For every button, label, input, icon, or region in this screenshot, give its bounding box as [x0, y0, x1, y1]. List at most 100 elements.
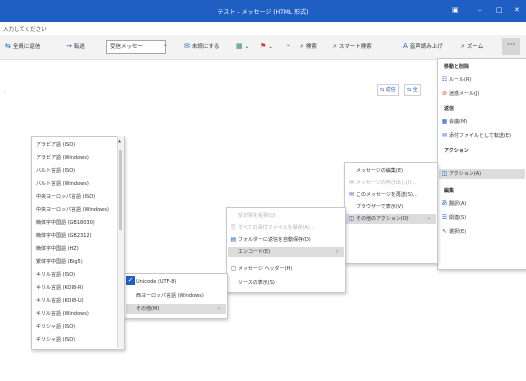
- encoding-item[interactable]: エンコード(E) ›: [229, 247, 341, 257]
- scroll-up-icon[interactable]: ▲: [118, 138, 121, 143]
- calendar-icon: ▦: [441, 118, 448, 125]
- resend-item[interactable]: ✉ このメッセージを再送(S)...: [347, 190, 418, 200]
- search-button[interactable]: ⌕ 検索: [300, 42, 317, 51]
- encoding-list-item[interactable]: 簡体字中国語 (GB18030): [36, 218, 95, 228]
- unread-label: 未読にする: [191, 44, 220, 50]
- more-commands-button[interactable]: ···: [502, 38, 520, 55]
- close-icon[interactable]: ✕: [514, 6, 520, 14]
- read-aloud-button[interactable]: A 音声読み上げ: [403, 42, 443, 50]
- rules-label: ルール(R): [449, 77, 472, 83]
- forward-label: 転送: [73, 44, 85, 50]
- move-to-folder-box[interactable]: 受信メッセー: [106, 40, 166, 54]
- zoom-button[interactable]: ⌕ ズーム: [461, 42, 483, 51]
- forward-attachment-item[interactable]: ✉ 添付ファイルとして転送(E): [440, 131, 511, 141]
- more-icon: ···: [506, 40, 516, 50]
- save-attachments-label: すべての添付ファイルを保存(A)...: [238, 225, 315, 231]
- ribbon-divider-icon: ⌄: [286, 42, 291, 48]
- reply-all-mini-button[interactable]: ⇆ 全: [404, 84, 421, 96]
- view-in-browser-label: ブラウザーで表示(V): [356, 204, 404, 210]
- encoding-unicode-label: Unicode (UTF-8): [136, 279, 177, 285]
- smart-search-button[interactable]: ⌕ スマート検索: [333, 42, 372, 51]
- encoding-list-item[interactable]: アラビア語 (ISO): [36, 140, 75, 150]
- move-dropdown-icon[interactable]: ⌄: [163, 42, 168, 48]
- junk-label: 迷惑メール(J): [449, 91, 480, 97]
- resend-label: このメッセージを再送(S)...: [356, 192, 418, 198]
- scrollbar-thumb[interactable]: [119, 150, 122, 230]
- translate-item[interactable]: あ翻訳(A): [440, 199, 466, 209]
- actions-icon: ◫: [441, 170, 448, 177]
- colon-mark: :: [4, 89, 6, 95]
- save-icon: ⎘: [231, 224, 236, 231]
- other-actions-icon: ◫: [348, 215, 355, 222]
- recall-message-item: ✉ メッセージの呼び出し(I)...: [347, 178, 416, 188]
- categorize-button[interactable]: ▦ ⌄: [236, 42, 249, 50]
- encoding-list-item[interactable]: ギリシャ語 (ISO): [36, 335, 75, 345]
- encoding-list-item[interactable]: 中央ヨーロッパ言語 (ISO): [36, 192, 95, 202]
- meeting-item[interactable]: ▦ 会議(M): [440, 117, 468, 127]
- search-icon: ⌕: [300, 42, 304, 50]
- recall-icon: ✉: [348, 179, 355, 186]
- flag-icon: ⚑: [260, 42, 267, 50]
- rules-icon: ☷: [441, 76, 448, 83]
- encoding-list-item[interactable]: 簡体字中国語 (HZ): [36, 244, 79, 254]
- reply-mini-button[interactable]: ⇆ 返信: [377, 84, 399, 96]
- chevron-right-icon: ›: [218, 306, 220, 312]
- chevron-right-icon: ›: [428, 216, 430, 222]
- edit-message-item[interactable]: メッセージの編集(E): [347, 166, 403, 176]
- junk-item[interactable]: ⊘ 迷惑メール(J): [440, 89, 479, 99]
- read-aloud-icon: A: [403, 42, 408, 50]
- message-header-item[interactable]: ▢ メッセージ ヘッダー(H): [229, 264, 293, 274]
- auto-save-item[interactable]: ▤ フォルダーに返信を自動保存(D): [229, 235, 311, 245]
- category-icon: ▦: [236, 42, 243, 50]
- vote-item: 反対票を投票(D): [229, 211, 276, 221]
- reply-all-mini-label: 全: [412, 87, 418, 93]
- save-attachments-item: ⎘ すべての添付ファイルを保存(A)...: [229, 223, 315, 233]
- ribbon-display-icon[interactable]: ▣: [452, 6, 459, 14]
- related-label: 関連(S): [449, 215, 467, 221]
- encoding-list-item[interactable]: ギリシャ語 (ISO): [36, 322, 75, 332]
- encoding-list-item[interactable]: キリル言語 (Windows): [36, 309, 89, 319]
- info-bar: 入力してください: [0, 22, 526, 35]
- encoding-list-item[interactable]: 簡体字中国語 (GB2312): [36, 231, 92, 241]
- encoding-list-item[interactable]: アラビア語 (Windows): [36, 153, 89, 163]
- view-in-browser-item[interactable]: ブラウザーで表示(V): [347, 202, 403, 212]
- zoom-icon: ⌕: [461, 42, 465, 50]
- forward-attachment-label: 添付ファイルとして転送(E): [449, 133, 511, 139]
- reply-all-button[interactable]: ⇆ 全員に返信: [5, 42, 40, 50]
- encoding-list-item[interactable]: バルト言語 (ISO): [36, 166, 75, 176]
- encoding-list-item[interactable]: 中央ヨーロッパ言語 (Windows): [36, 205, 109, 215]
- cursor-icon: ↖: [441, 228, 448, 235]
- minimize-icon[interactable]: –: [478, 6, 482, 14]
- title-bar: テスト - メッセージ (HTML 形式) ▣ – □ ✕: [0, 0, 526, 22]
- actions-item[interactable]: ◫ アクション(A): [440, 169, 481, 179]
- encoding-list-item[interactable]: 繁体字中国語 (Big5): [36, 257, 83, 267]
- flag-button[interactable]: ⚑ ⌄: [260, 42, 273, 50]
- encoding-list-item[interactable]: キリル言語 (ISO): [36, 270, 75, 280]
- smart-search-label: スマート検索: [338, 44, 372, 50]
- encoding-west-european-item[interactable]: 西ヨーロッパ言語 (Windows): [127, 291, 204, 301]
- reply-all-icon: ⇆: [5, 42, 11, 50]
- encoding-list-item[interactable]: キリル言語 (KOI8-R): [36, 283, 83, 293]
- section-header-reply: 返信: [444, 106, 455, 112]
- other-actions-item[interactable]: ◫ その他のアクション(O) ›: [347, 214, 433, 224]
- translate-icon: あ: [441, 200, 448, 207]
- translate-label: 翻訳(A): [449, 201, 467, 207]
- related-item[interactable]: ☰ 関連(S): [440, 213, 466, 223]
- encoding-list-item[interactable]: バルト言語 (Windows): [36, 179, 89, 189]
- view-source-item[interactable]: ソースの表示(S): [229, 278, 275, 288]
- select-label: 選択(E): [449, 229, 467, 235]
- encoding-list-item[interactable]: キリル言語 (KOI8-U): [36, 296, 84, 306]
- search-label: 検索: [305, 44, 317, 50]
- actions-label: アクション(A): [449, 171, 482, 177]
- move-box-label: 受信メッセー: [110, 44, 144, 50]
- encoding-more-item[interactable]: その他(M) ›: [127, 304, 223, 314]
- ribbon: ⇆ 全員に返信 → 転送 受信メッセー ⌄ ✉ 未読にする ▦ ⌄ ⚑ ⌄ ⌄ ⌕ 検索 ⌕…: [0, 35, 526, 60]
- section-header-move: 移動と削除: [444, 64, 470, 70]
- select-item[interactable]: ↖ 選択(E): [440, 227, 466, 237]
- overflow-menu: 移動と削除 ☷ ルール(R) ⊘ 迷惑メール(J) 返信 ▦ 会議(M) ✉ 添付ファイ…: [437, 58, 526, 270]
- rules-item[interactable]: ☷ ルール(R): [440, 75, 472, 85]
- reply-all-label: 全員に返信: [12, 44, 41, 50]
- unread-button[interactable]: ✉ 未読にする: [184, 42, 219, 50]
- forward-button[interactable]: → 転送: [66, 42, 85, 50]
- maximize-icon[interactable]: □: [496, 6, 503, 14]
